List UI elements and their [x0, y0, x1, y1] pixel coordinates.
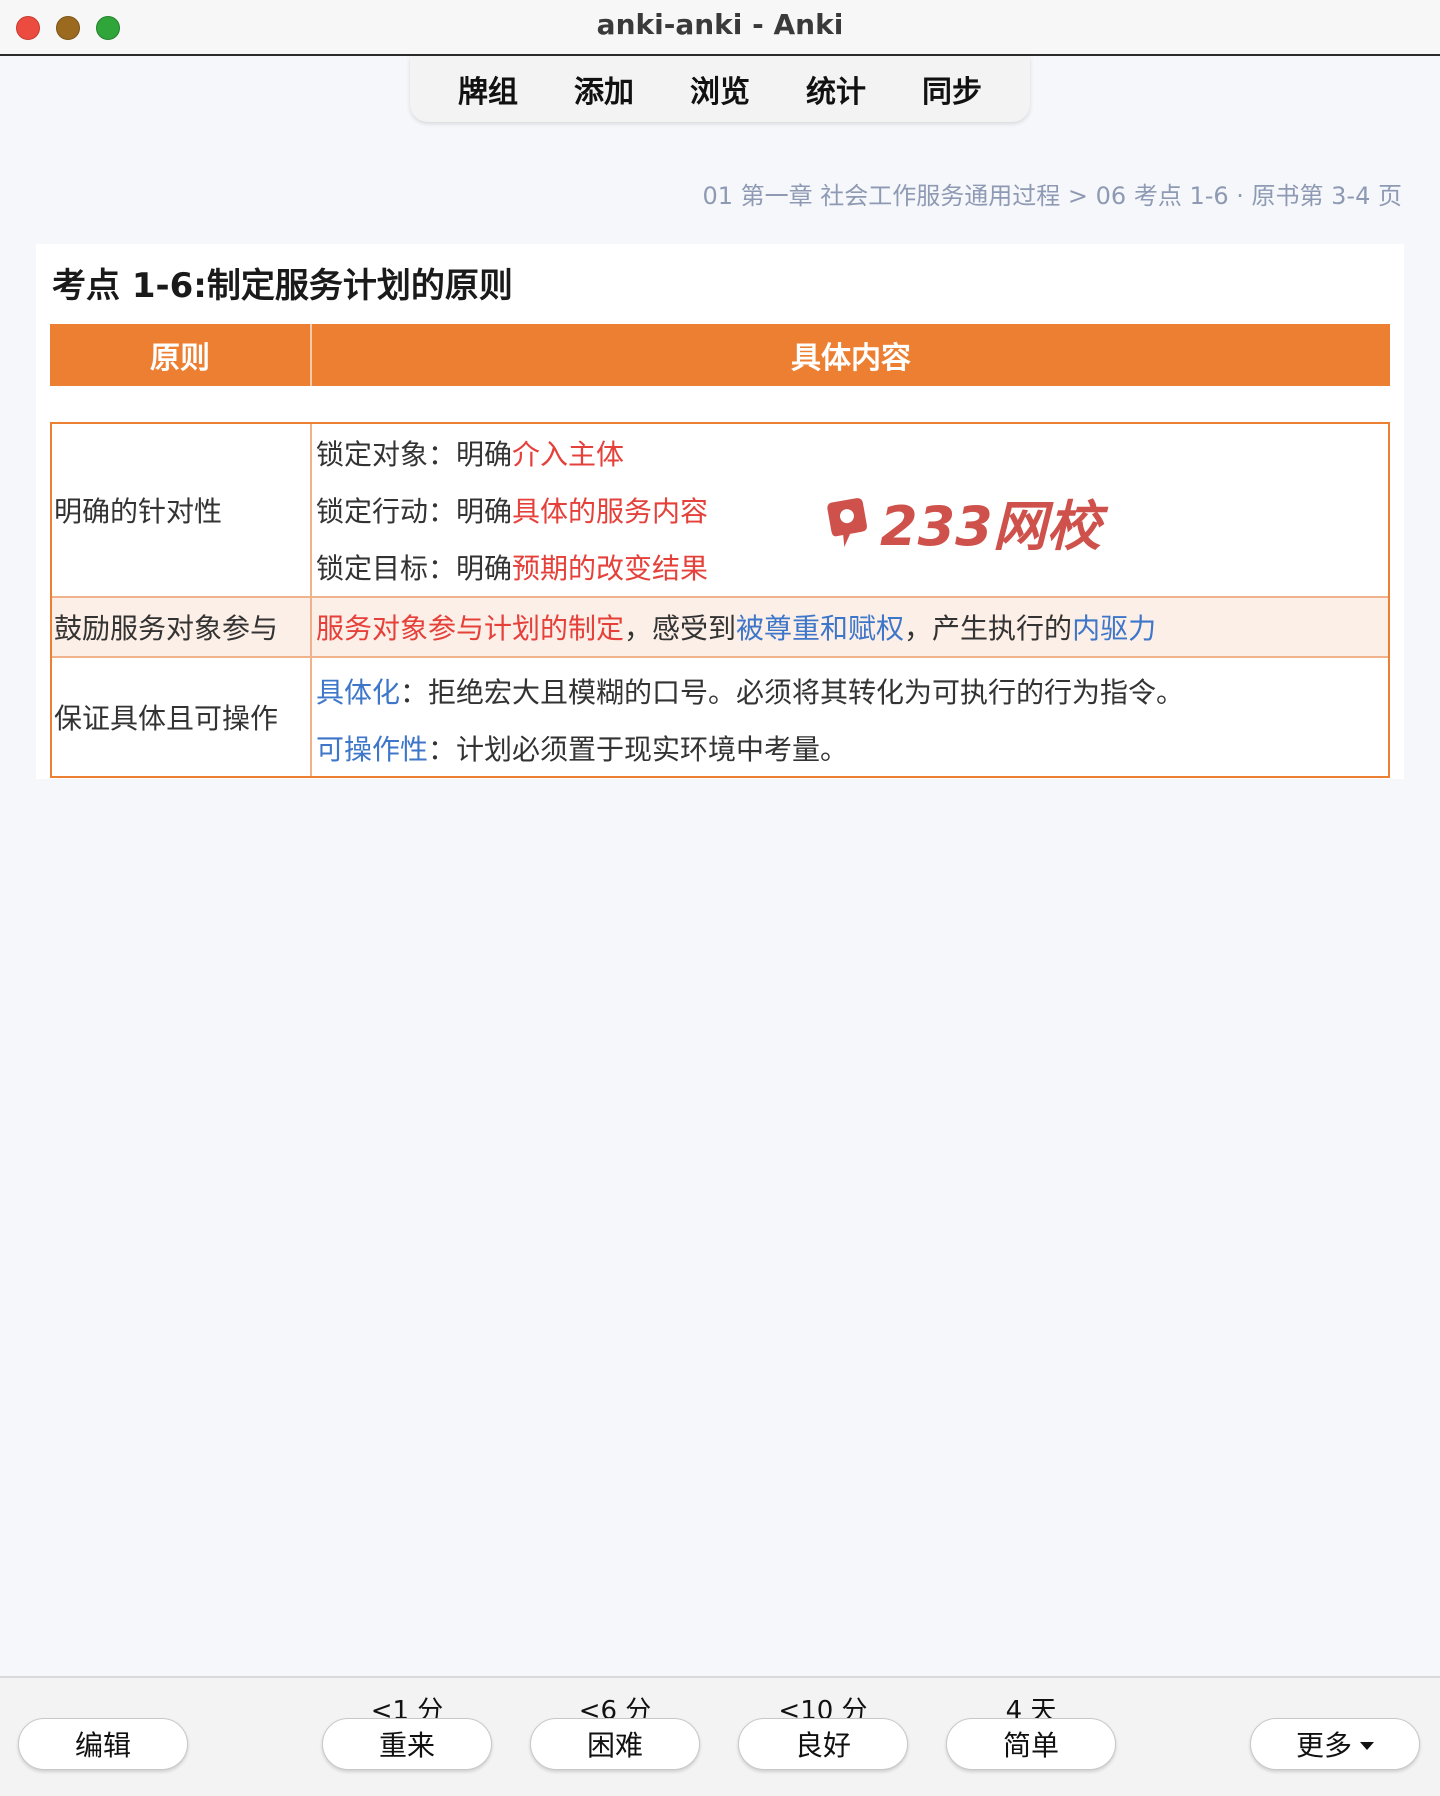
nav-sync[interactable]: 同步 [912, 67, 992, 111]
table-header: 原则 具体内容 [50, 324, 1390, 386]
header-principle: 原则 [50, 324, 312, 386]
plain-text: ：计划必须置于现实环境中考量。 [428, 732, 849, 766]
more-button[interactable]: 更多 [1250, 1718, 1420, 1770]
highlight-text: 预期的改变结果 [512, 551, 709, 585]
header-content: 具体内容 [791, 341, 911, 376]
content-line: 可操作性 ：计划必须置于现实环境中考量。 [316, 719, 1384, 776]
line-prefix: 锁定目标：明确 [316, 551, 513, 585]
content-line: 服务对象参与计划的制定 ，感受到 被尊重和赋权 ，产生执行的 内驱力 [316, 599, 1156, 656]
content-line: 具体化 ：拒绝宏大且模糊的口号。必须将其转化为可执行的行为指令。 [316, 662, 1384, 719]
highlight-text: 内驱力 [1072, 612, 1157, 645]
line-prefix: 锁定对象：明确 [316, 437, 513, 471]
again-button[interactable]: 重来 [322, 1718, 492, 1770]
highlight-text: 具体的服务内容 [512, 494, 709, 528]
principle-cell: 保证具体且可操作 [52, 658, 312, 776]
principles-table: 明确的针对性 锁定对象：明确 介入主体 锁定行动：明确 具体的服务内容 锁定目标：明… [50, 422, 1390, 778]
card-title: 考点 1-6:制定服务计划的原则 [52, 266, 513, 306]
highlight-text: 被尊重和赋权 [736, 612, 905, 645]
title-bar: anki-anki - Anki [0, 0, 1440, 56]
table-row: 保证具体且可操作 具体化 ：拒绝宏大且模糊的口号。必须将其转化为可执行的行为指令。… [52, 658, 1388, 776]
answer-bar: 编辑 <1 分 重来 <6 分 困难 <10 分 良好 4 天 简单 更多 [0, 1676, 1440, 1796]
window-title: anki-anki - Anki [596, 8, 844, 41]
plain-text: ，感受到 [624, 612, 737, 645]
nav-stats[interactable]: 统计 [796, 67, 876, 111]
table-row: 鼓励服务对象参与 服务对象参与计划的制定 ，感受到 被尊重和赋权 ，产生执行的 内驱力 [52, 598, 1388, 658]
nav-decks[interactable]: 牌组 [448, 67, 528, 111]
content-cell: 服务对象参与计划的制定 ，感受到 被尊重和赋权 ，产生执行的 内驱力 [312, 598, 1388, 656]
table-row: 明确的针对性 锁定对象：明确 介入主体 锁定行动：明确 具体的服务内容 锁定目标：明… [52, 424, 1388, 598]
content-line: 锁定对象：明确 介入主体 [316, 424, 1384, 481]
term-text: 可操作性 [316, 732, 429, 766]
nav-add[interactable]: 添加 [564, 67, 644, 111]
principle-cell: 鼓励服务对象参与 [52, 598, 312, 656]
edit-button[interactable]: 编辑 [18, 1718, 188, 1770]
highlight-text: 服务对象参与计划的制定 [316, 612, 625, 645]
easy-button[interactable]: 简单 [946, 1718, 1116, 1770]
hard-button[interactable]: 困难 [530, 1718, 700, 1770]
watermark-icon [827, 497, 867, 547]
term-text: 具体化 [316, 675, 401, 709]
highlight-text: 介入主体 [512, 437, 625, 471]
main-toolbar: 牌组 添加 浏览 统计 同步 [410, 56, 1030, 122]
watermark-logo: 233网校 [826, 482, 1101, 561]
caret-down-icon [1360, 1742, 1374, 1750]
line-prefix: 锁定行动：明确 [316, 494, 513, 528]
watermark-text: 233网校 [880, 495, 1101, 558]
breadcrumb: 01 第一章 社会工作服务通用过程 > 06 考点 1-6 · 原书第 3-4 … [702, 182, 1402, 210]
plain-text: ：拒绝宏大且模糊的口号。必须将其转化为可执行的行为指令。 [400, 675, 1185, 709]
more-label: 更多 [1295, 1729, 1352, 1762]
card-image: 考点 1-6:制定服务计划的原则 原则 具体内容 明确的针对性 锁定对象：明确介… [36, 244, 1404, 779]
nav-browse[interactable]: 浏览 [680, 67, 760, 111]
plain-text: ，产生执行的 [904, 612, 1073, 645]
good-button[interactable]: 良好 [738, 1718, 908, 1770]
content-cell: 具体化 ：拒绝宏大且模糊的口号。必须将其转化为可执行的行为指令。 可操作性 ：计划必… [312, 658, 1388, 776]
principle-cell: 明确的针对性 [52, 424, 312, 596]
